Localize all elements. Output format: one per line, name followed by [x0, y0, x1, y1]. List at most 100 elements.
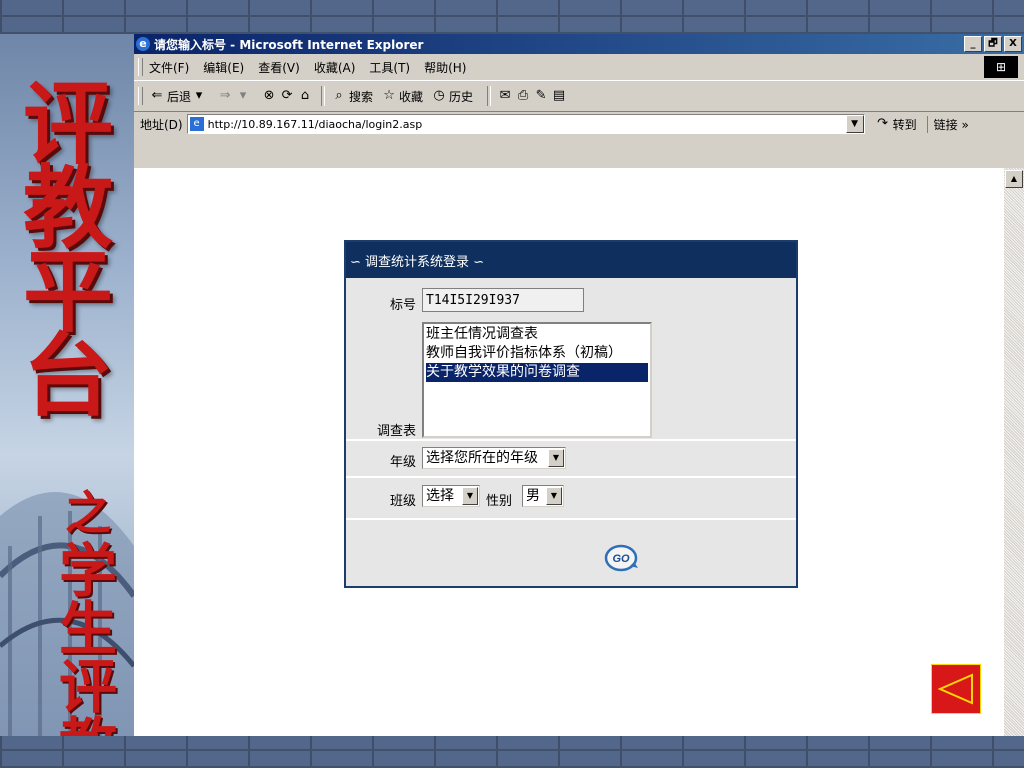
scroll-up-button[interactable]: ▲ — [1005, 170, 1023, 188]
menu-bar: 文件(F) 编辑(E) 查看(V) 收藏(A) 工具(T) 帮助(H) ⊞ — [134, 54, 1024, 81]
survey-option[interactable]: 班主任情况调查表 — [426, 325, 648, 344]
class-select[interactable]: 选择 ▼ — [422, 485, 480, 507]
survey-label: 调查表 — [376, 424, 416, 439]
survey-option-selected[interactable]: 关于教学效果的问卷调查 — [426, 363, 648, 382]
windows-logo-icon: ⊞ — [984, 56, 1018, 78]
window-title: 请您输入标号 - Microsoft Internet Explorer — [154, 37, 424, 52]
banner-title-char: 台 — [23, 323, 113, 429]
go-label: 转到 — [892, 117, 917, 132]
mail-icon[interactable]: ✉ — [497, 88, 513, 104]
address-bar: 地址(D) e http://10.89.167.11/diaocha/logi… — [134, 112, 1024, 136]
history-label: 历史 — [449, 89, 474, 104]
banner-subtitle-char: 教 — [56, 716, 120, 736]
class-value: 选择 — [426, 488, 454, 504]
window-titlebar[interactable]: e 请您输入标号 - Microsoft Internet Explorer _… — [134, 34, 1024, 54]
grade-value: 选择您所在的年级 — [426, 450, 538, 466]
class-row: 班级 选择 ▼ 性别 男 ▼ — [346, 484, 796, 512]
class-label: 班级 — [389, 494, 416, 509]
forward-button[interactable]: ⇒ ▾ — [217, 88, 253, 104]
grade-select[interactable]: 选择您所在的年级 ▼ — [422, 447, 566, 469]
left-banner: 评 教 平 台 之 学 生 评 教 — [0, 34, 134, 736]
grade-row: 年级 选择您所在的年级 ▼ — [346, 446, 796, 474]
banner-subtitle-char: 评 — [58, 653, 117, 721]
gender-select[interactable]: 男 ▼ — [522, 485, 564, 507]
chevron-down-icon: ▼ — [548, 449, 564, 467]
back-label: 后退 — [167, 89, 192, 104]
print-icon[interactable]: ⎙ — [515, 88, 531, 104]
menu-file[interactable]: 文件(F) — [149, 59, 189, 76]
menu-view[interactable]: 查看(V) — [258, 59, 300, 76]
address-url: http://10.89.167.11/diaocha/login2.asp — [207, 117, 423, 131]
id-row: 标号 T14I5I29I937 — [346, 288, 796, 316]
menu-edit[interactable]: 编辑(E) — [203, 59, 244, 76]
search-button[interactable]: ⌕ 搜索 — [331, 88, 373, 105]
row-divider — [346, 518, 796, 520]
ie-icon: e — [136, 37, 150, 51]
left-triangle-icon — [937, 673, 973, 705]
forward-arrow-icon: ⇒ — [219, 88, 231, 103]
standard-toolbar: ⇐ 后退 ▾ ⇒ ▾ ⊗ ⟳ ⌂ ⌕ 搜索 ☆ 收藏 ◷ 历史 ✉ ⎙ ✎ ▤ — [134, 81, 1024, 112]
address-label: 地址(D) — [140, 117, 183, 132]
go-arrow-icon: ↷ — [877, 116, 889, 131]
survey-row: 调查表 班主任情况调查表 教师自我评价指标体系（初稿） 关于教学效果的问卷调查 — [346, 322, 796, 442]
id-label: 标号 — [389, 298, 416, 313]
banner-title-char: 教 — [23, 155, 113, 261]
search-icon: ⌕ — [335, 88, 343, 103]
minimize-button[interactable]: _ — [964, 36, 982, 52]
toolbar-separator — [487, 86, 492, 106]
back-arrow-icon: ⇐ — [151, 88, 163, 103]
favorites-icon: ☆ — [383, 88, 395, 103]
stop-icon[interactable]: ⊗ — [261, 88, 277, 104]
menu-favorites[interactable]: 收藏(A) — [314, 59, 356, 76]
banner-title: 评 教 平 台 — [6, 71, 130, 429]
menu-tools[interactable]: 工具(T) — [369, 59, 410, 76]
gender-label: 性别 — [486, 494, 513, 509]
address-input[interactable]: e http://10.89.167.11/diaocha/login2.asp… — [186, 114, 865, 134]
chevron-down-icon: ▾ — [239, 88, 247, 103]
home-icon[interactable]: ⌂ — [297, 88, 313, 104]
restore-button[interactable]: 🗗 — [984, 36, 1002, 52]
banner-subtitle-char: 学 — [58, 537, 117, 605]
history-icon: ◷ — [433, 88, 445, 103]
toolbar-grip[interactable] — [138, 87, 143, 105]
chevron-down-icon: ▼ — [546, 487, 562, 505]
login-panel: ∽ 调查统计系统登录 ∽ 标号 T14I5I29I937 调查表 班主任情况调查… — [344, 240, 798, 588]
menu-help[interactable]: 帮助(H) — [424, 59, 466, 76]
banner-subtitle-char: 生 — [58, 595, 117, 663]
page-content: ∽ 调查统计系统登录 ∽ 标号 T14I5I29I937 调查表 班主任情况调查… — [134, 168, 1004, 738]
banner-title-char: 评 — [23, 71, 113, 177]
address-dropdown-button[interactable]: ▼ — [845, 115, 864, 133]
edit-icon[interactable]: ✎ — [533, 88, 549, 104]
banner-subtitle: 之 学 生 评 教 — [56, 484, 120, 736]
login-header: ∽ 调查统计系统登录 ∽ — [346, 242, 796, 278]
survey-option[interactable]: 教师自我评价指标体系（初稿） — [426, 344, 648, 363]
id-field[interactable]: T14I5I29I937 — [422, 288, 584, 312]
browser-window: e 请您输入标号 - Microsoft Internet Explorer _… — [134, 34, 1024, 738]
vertical-scrollbar[interactable]: ▲ — [1004, 168, 1024, 738]
links-button[interactable]: 链接 » — [926, 115, 969, 133]
go-text: GO — [612, 553, 630, 565]
back-button[interactable]: ⇐ 后退 ▾ — [149, 88, 209, 105]
grade-label: 年级 — [389, 455, 416, 470]
brick-frame-bottom — [0, 736, 1024, 768]
favorites-label: 收藏 — [399, 89, 424, 104]
refresh-icon[interactable]: ⟳ — [279, 88, 295, 104]
search-label: 搜索 — [349, 89, 374, 104]
chevron-down-icon: ▾ — [195, 88, 203, 103]
gender-value: 男 — [526, 488, 540, 504]
go-button[interactable]: ↷ 转到 — [875, 116, 917, 133]
favorites-button[interactable]: ☆ 收藏 — [381, 88, 423, 105]
survey-listbox[interactable]: 班主任情况调查表 教师自我评价指标体系（初稿） 关于教学效果的问卷调查 — [422, 322, 652, 438]
row-divider — [346, 476, 796, 478]
discuss-icon[interactable]: ▤ — [551, 88, 567, 104]
row-divider — [346, 439, 796, 441]
history-button[interactable]: ◷ 历史 — [431, 88, 473, 105]
toolbar-separator — [321, 86, 326, 106]
close-button[interactable]: X — [1004, 36, 1022, 52]
banner-title-char: 平 — [23, 239, 113, 345]
page-icon: e — [189, 117, 204, 131]
previous-slide-button[interactable] — [931, 664, 981, 714]
toolbar-grip[interactable] — [138, 58, 143, 76]
go-submit-button[interactable]: GO — [604, 544, 640, 572]
chevron-down-icon: ▼ — [462, 487, 478, 505]
